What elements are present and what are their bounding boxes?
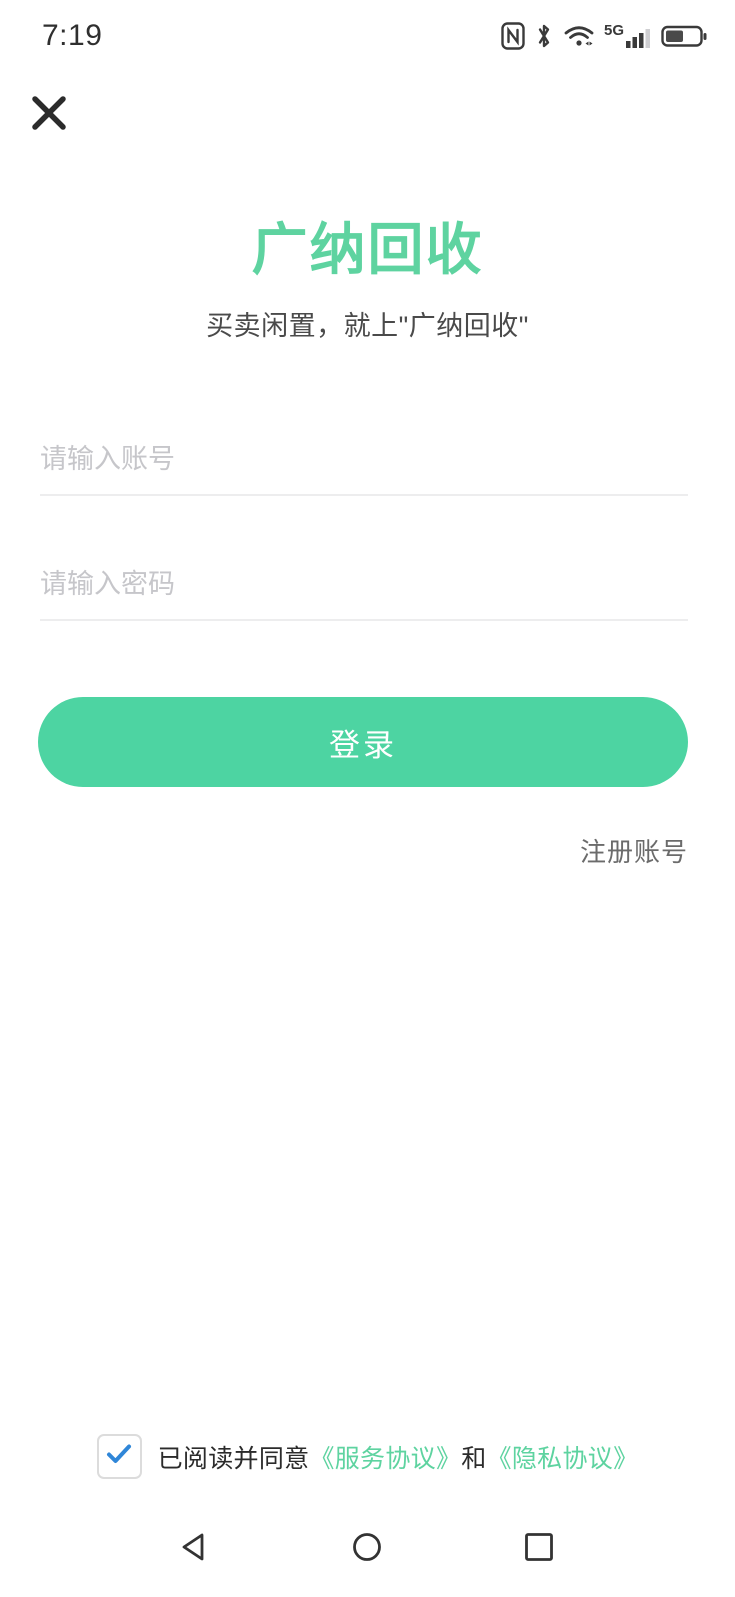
home-icon[interactable] xyxy=(348,1528,386,1566)
app-title: 广纳回收 xyxy=(251,218,484,281)
status-time: 7:19 xyxy=(42,19,103,52)
agreement-text: 已阅读并同意《服务协议》和《隐私协议》 xyxy=(158,1439,639,1475)
agreement-prefix: 已阅读并同意 xyxy=(157,1444,310,1473)
signal-5g-label: 5G xyxy=(603,22,624,39)
login-button[interactable]: 登录 xyxy=(38,697,688,787)
password-field[interactable] xyxy=(40,549,688,621)
wifi-icon xyxy=(563,22,595,50)
bluetooth-icon xyxy=(534,22,554,50)
system-nav-bar xyxy=(0,1497,735,1597)
agreement-checkbox[interactable] xyxy=(96,1434,142,1479)
back-icon[interactable] xyxy=(177,1528,215,1566)
status-icons: 5G xyxy=(501,22,707,50)
password-input[interactable] xyxy=(40,568,688,600)
nfc-icon xyxy=(501,22,525,50)
close-button[interactable] xyxy=(24,90,74,140)
agreement-row: 已阅读并同意《服务协议》和《隐私协议》 xyxy=(0,1434,735,1479)
signal-5g-icon: 5G xyxy=(604,22,652,50)
service-agreement-link[interactable]: 《服务协议》 xyxy=(309,1445,461,1473)
login-form xyxy=(40,424,688,621)
battery-icon xyxy=(661,22,707,50)
status-bar: 7:19 5G xyxy=(0,0,735,72)
app-subtitle: 买卖闲置，就上"广纳回收" xyxy=(206,311,529,342)
checkmark-icon xyxy=(104,1439,134,1474)
agreement-conjunction: 和 xyxy=(461,1444,487,1473)
account-field[interactable] xyxy=(40,424,688,496)
close-icon xyxy=(29,93,69,138)
register-account-link[interactable]: 注册账号 xyxy=(580,832,688,869)
brand-block: 广纳回收 买卖闲置，就上"广纳回收" xyxy=(0,218,735,343)
privacy-agreement-link[interactable]: 《隐私协议》 xyxy=(487,1445,639,1473)
recents-icon[interactable] xyxy=(520,1528,558,1566)
account-input[interactable] xyxy=(40,443,688,475)
